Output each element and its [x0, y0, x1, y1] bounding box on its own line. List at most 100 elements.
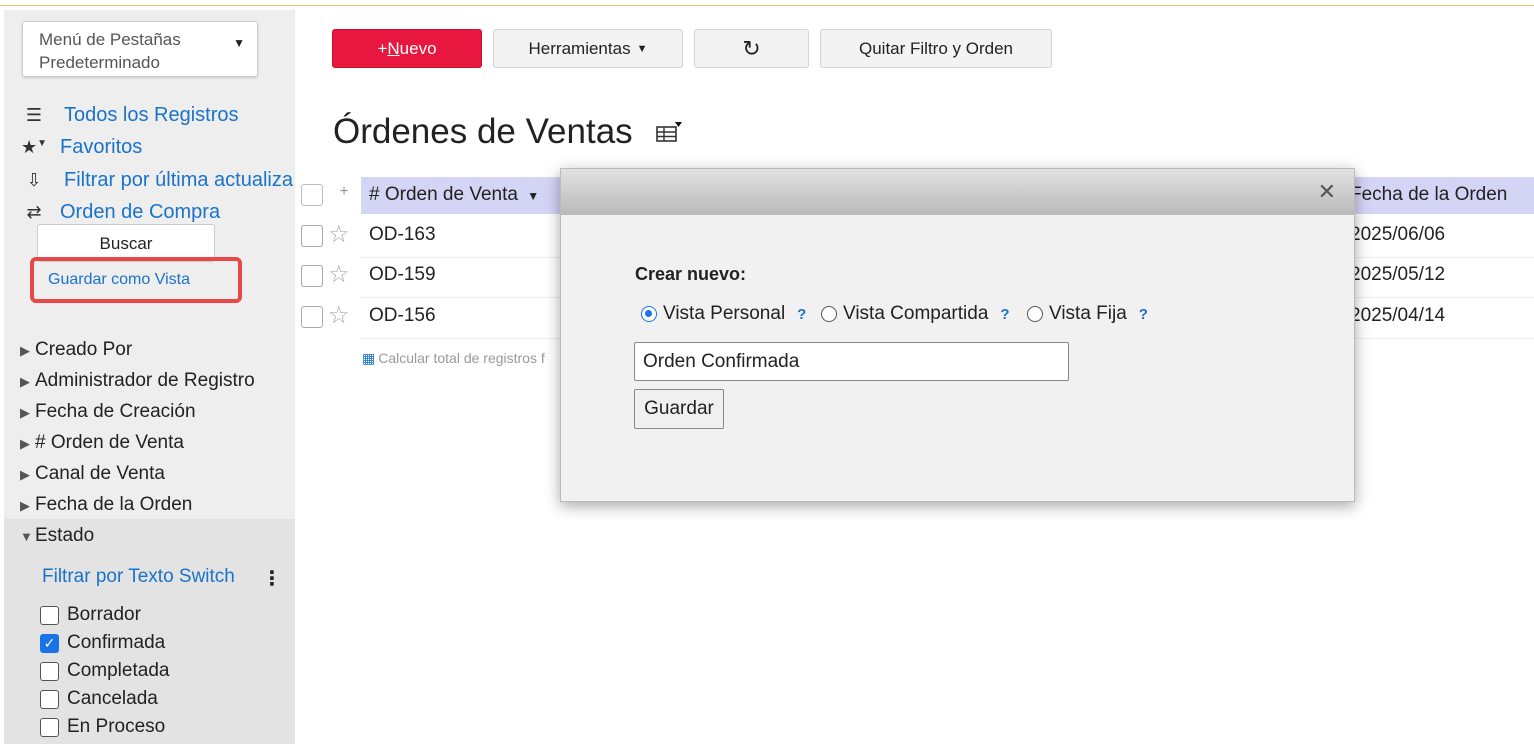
column-header-label: # Orden de Venta	[369, 184, 518, 205]
order-id[interactable]: OD-163	[369, 224, 436, 246]
radio-label: Vista Compartida	[843, 303, 989, 324]
create-new-label: Crear nuevo:	[635, 264, 747, 284]
add-column-icon[interactable]: +	[333, 183, 355, 207]
nav-all-records-label: Todos los Registros	[64, 104, 239, 126]
tab-menu-label-2: Predeterminado	[39, 53, 160, 72]
facet-order-date[interactable]: ▶ Fecha de la Orden	[20, 494, 192, 516]
new-prefix: +	[377, 38, 388, 58]
facet-label: Fecha de la Orden	[35, 494, 193, 515]
checkbox[interactable]	[40, 605, 59, 625]
order-date: 2025/06/06	[1350, 224, 1446, 245]
radio-button[interactable]	[821, 306, 837, 322]
triangle-right-icon: ▶	[20, 436, 30, 451]
dialog-header	[561, 169, 1354, 215]
facet-label: Canal de Venta	[35, 463, 165, 484]
option-label: Completada	[67, 660, 170, 681]
nav-filter-last-update-label: Filtrar por última actualiza	[64, 169, 293, 191]
radio-personal-view[interactable]: Vista Personal ?	[641, 303, 806, 325]
kebab-menu-icon[interactable]: ⋮	[262, 566, 282, 591]
row-checkbox[interactable]	[301, 225, 323, 247]
nav-filter-last-update[interactable]: ⇩ Filtrar por última actualiza	[20, 169, 293, 192]
order-id[interactable]: OD-159	[369, 264, 436, 286]
nav-favorites[interactable]: ★▼ Favoritos	[20, 136, 142, 159]
refresh-icon: ↻	[742, 35, 761, 61]
radio-label: Vista Fija	[1049, 303, 1127, 324]
checkbox-checked[interactable]: ✓	[40, 633, 59, 653]
triangle-down-icon: ▼	[20, 529, 33, 544]
radio-label: Vista Personal	[663, 303, 786, 324]
nav-all-records[interactable]: ☰ Todos los Registros	[20, 104, 239, 127]
create-view-dialog: ✕ Crear nuevo: Vista Personal ? Vista Co…	[560, 168, 1355, 502]
order-date: 2025/04/14	[1350, 305, 1446, 326]
refresh-button[interactable]: ↻	[694, 29, 809, 68]
facet-label: # Orden de Venta	[35, 432, 184, 453]
facet-label: Fecha de Creación	[35, 401, 196, 422]
save-button[interactable]: Guardar	[634, 389, 724, 429]
triangle-right-icon: ▶	[20, 343, 30, 358]
row-checkbox[interactable]	[301, 306, 323, 328]
row-checkbox[interactable]	[301, 265, 323, 287]
facet-record-admin[interactable]: ▶ Administrador de Registro	[20, 370, 255, 392]
view-name-input[interactable]	[634, 342, 1069, 381]
triangle-right-icon: ▶	[20, 405, 30, 420]
nav-purchase-order[interactable]: ⇄ Orden de Compra	[20, 201, 220, 224]
help-icon[interactable]: ?	[797, 306, 806, 323]
star-outline-icon[interactable]: ☆	[328, 260, 350, 289]
column-header-date[interactable]: Fecha de la Orden	[1350, 184, 1507, 206]
option-label: En Proceso	[67, 716, 166, 737]
new-rest: uevo	[399, 38, 437, 58]
caret-down-icon: ▼	[636, 42, 648, 55]
table-view-icon[interactable]	[656, 121, 682, 149]
option-label: Borrador	[67, 604, 141, 625]
facet-sales-channel[interactable]: ▶ Canal de Venta	[20, 463, 165, 485]
save-view-highlight: Guardar como Vista	[30, 257, 242, 303]
order-id[interactable]: OD-156	[369, 305, 436, 327]
estado-option-cancelada[interactable]: Cancelada	[40, 688, 158, 710]
checkbox[interactable]	[40, 661, 59, 681]
nav-favorites-label: Favoritos	[60, 136, 143, 158]
checkbox[interactable]	[40, 717, 59, 737]
radio-button-selected[interactable]	[641, 306, 657, 322]
facet-label: Estado	[35, 525, 95, 546]
caret-down-icon: ▼	[527, 189, 540, 203]
triangle-right-icon: ▶	[20, 467, 30, 482]
new-button[interactable]: + Nuevo	[332, 29, 482, 68]
list-icon: ☰	[25, 105, 43, 125]
facet-label: Administrador de Registro	[35, 370, 255, 391]
tab-menu-label-1: Menú de Pestañas	[39, 30, 181, 49]
estado-option-en-proceso[interactable]: En Proceso	[40, 716, 165, 738]
facet-estado[interactable]: ▼ Estado	[20, 525, 94, 547]
estado-option-borrador[interactable]: Borrador	[40, 604, 141, 626]
facet-sales-order[interactable]: ▶ # Orden de Venta	[20, 432, 184, 454]
nav-purchase-order-label: Orden de Compra	[60, 201, 221, 223]
help-icon[interactable]: ?	[1000, 306, 1009, 323]
select-all-checkbox[interactable]	[301, 184, 323, 206]
order-date: 2025/05/12	[1350, 264, 1446, 285]
radio-fixed-view[interactable]: Vista Fija ?	[1027, 303, 1148, 325]
calc-total-link[interactable]: ▦ Calcular total de registros f	[362, 350, 545, 367]
star-outline-icon[interactable]: ☆	[328, 301, 350, 330]
clear-filter-button[interactable]: Quitar Filtro y Orden	[820, 29, 1052, 68]
estado-option-completada[interactable]: Completada	[40, 660, 169, 682]
new-hotkey: N	[387, 38, 400, 58]
column-header-order[interactable]: # Orden de Venta ▼	[369, 184, 539, 206]
option-label: Confirmada	[67, 632, 166, 653]
purchase-icon: ⇄	[26, 202, 42, 222]
checkbox[interactable]	[40, 689, 59, 709]
estado-option-confirmada[interactable]: ✓ Confirmada	[40, 632, 165, 654]
page-title: Órdenes de Ventas	[333, 112, 633, 151]
calc-total-label: Calcular total de registros f	[378, 350, 545, 366]
help-icon[interactable]: ?	[1139, 306, 1148, 323]
facet-created-date[interactable]: ▶ Fecha de Creación	[20, 401, 196, 423]
close-icon[interactable]: ✕	[1318, 179, 1336, 205]
star-outline-icon[interactable]: ☆	[328, 220, 350, 249]
radio-shared-view[interactable]: Vista Compartida ?	[821, 303, 1010, 325]
tools-button[interactable]: Herramientas ▼	[493, 29, 683, 68]
radio-button[interactable]	[1027, 306, 1043, 322]
filter-text-switch-link[interactable]: Filtrar por Texto Switch	[42, 566, 235, 588]
option-label: Cancelada	[67, 688, 158, 709]
save-as-view-link[interactable]: Guardar como Vista	[48, 271, 190, 289]
tab-menu-dropdown[interactable]: Menú de Pestañas Predeterminado ▼	[22, 21, 258, 77]
top-accent-line	[0, 5, 1534, 6]
facet-created-by[interactable]: ▶ Creado Por	[20, 339, 132, 361]
